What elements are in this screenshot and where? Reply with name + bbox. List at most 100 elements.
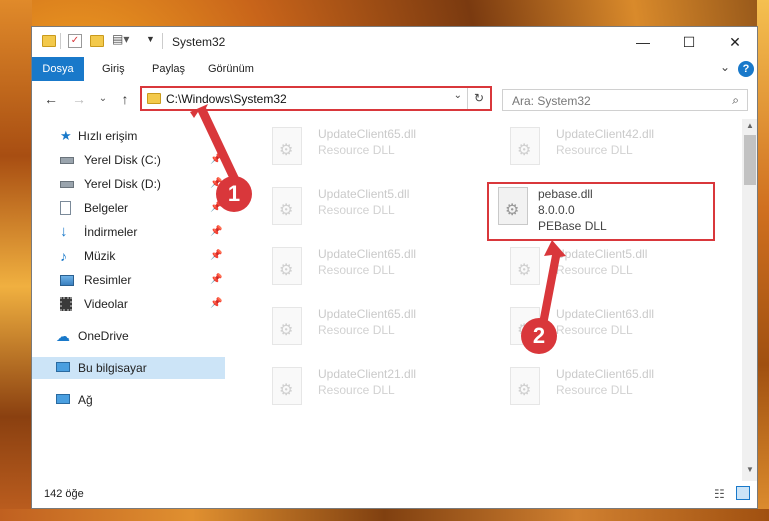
refresh-button[interactable]: ↻ [467, 88, 490, 109]
annotation-badge-2: 2 [521, 318, 557, 354]
sidebar-item-label: OneDrive [78, 329, 129, 343]
close-button[interactable]: ✕ [712, 27, 757, 57]
file-item[interactable]: UpdateClient65.dll Resource DLL [248, 243, 473, 297]
file-name: UpdateClient5.dll [318, 187, 410, 201]
vertical-scrollbar[interactable]: ▲ ▼ [742, 119, 757, 481]
navigation-bar: ← → ⌄ ↑ C:\Windows\System32 ⌄ ↻ Ara: Sys… [32, 81, 757, 117]
tab-share[interactable]: Paylaş [142, 57, 195, 81]
sidebar-item-label: İndirmeler [84, 225, 138, 239]
scroll-up-icon[interactable]: ▲ [742, 121, 757, 135]
network-icon [56, 394, 70, 404]
sidebar-item-documents[interactable]: Belgeler 📌 [32, 197, 225, 219]
dll-file-icon [510, 247, 540, 285]
customize-toolbar-icon[interactable]: ▤▾ [112, 32, 129, 46]
sidebar-item-pictures[interactable]: Resimler 📌 [32, 269, 225, 291]
sidebar-item-drive-c[interactable]: Yerel Disk (C:) 📌 [32, 149, 225, 171]
help-icon[interactable]: ? [738, 61, 754, 77]
computer-icon [56, 362, 70, 372]
file-description: Resource DLL [318, 263, 395, 277]
new-folder-icon[interactable] [90, 35, 104, 47]
file-description: Resource DLL [556, 263, 633, 277]
sidebar-item-network[interactable]: Ağ [32, 389, 225, 411]
dll-file-icon [272, 367, 302, 405]
address-dropdown-icon[interactable]: ⌄ [454, 90, 462, 101]
pin-icon[interactable]: 📌 [210, 149, 222, 171]
sidebar-item-label: Müzik [84, 249, 116, 263]
file-description: Resource DLL [318, 323, 395, 337]
tab-view[interactable]: Görünüm [198, 57, 264, 81]
dll-file-icon [272, 127, 302, 165]
file-item[interactable]: UpdateClient5.dll Resource DLL [248, 183, 473, 237]
file-description: Resource DLL [318, 203, 395, 217]
file-name: UpdateClient63.dll [556, 307, 655, 321]
file-item[interactable]: UpdateClient63.dll Resource DLL [486, 303, 711, 357]
pin-icon[interactable]: 📌 [210, 245, 222, 267]
sidebar-item-drive-d[interactable]: Yerel Disk (D:) 📌 [32, 173, 225, 195]
dll-file-icon [272, 307, 302, 345]
sidebar-item-videos[interactable]: Videolar 📌 [32, 293, 225, 315]
ribbon-collapse-icon[interactable]: ⌄ [720, 60, 730, 74]
file-item[interactable]: UpdateClient21.dll Resource DLL [248, 363, 473, 417]
maximize-button[interactable]: ☐ [666, 27, 712, 57]
up-button[interactable]: ↑ [116, 89, 134, 109]
minimize-button[interactable]: — [620, 27, 666, 57]
properties-icon[interactable]: ✓ [68, 34, 82, 48]
sidebar-item-quick-access[interactable]: ★ Hızlı erişim [32, 125, 225, 147]
details-view-icon[interactable]: ☷ [714, 487, 725, 501]
recent-locations-button[interactable]: ⌄ [94, 89, 112, 109]
dll-file-icon [510, 127, 540, 165]
sidebar-item-downloads[interactable]: ↓ İndirmeler 📌 [32, 221, 225, 243]
pin-icon[interactable]: 📌 [210, 269, 222, 291]
sidebar-item-this-pc[interactable]: Bu bilgisayar [32, 357, 225, 379]
drive-icon [60, 181, 74, 188]
file-name: UpdateClient5.dll [556, 247, 648, 261]
search-icon[interactable]: ⌕ [732, 93, 739, 108]
dll-file-icon [272, 247, 302, 285]
file-item[interactable]: UpdateClient65.dll Resource DLL [248, 303, 473, 357]
annotation-badge-1: 1 [216, 176, 252, 212]
forward-button[interactable]: → [70, 89, 88, 109]
address-bar[interactable]: C:\Windows\System32 ⌄ ↻ [140, 86, 492, 111]
file-name: UpdateClient65.dll [556, 367, 655, 381]
file-item[interactable]: UpdateClient42.dll Resource DLL [486, 123, 711, 177]
file-list: UpdateClient65.dll Resource DLL UpdateCl… [228, 119, 742, 469]
highlight-file-box [487, 182, 715, 241]
search-box[interactable]: Ara: System32 ⌕ [502, 89, 748, 111]
pin-icon[interactable]: 📌 [210, 221, 222, 243]
file-item[interactable]: UpdateClient5.dll Resource DLL [486, 243, 711, 297]
search-input[interactable]: Ara: System32 [512, 94, 591, 108]
videos-icon [60, 297, 72, 311]
window-title: System32 [172, 35, 226, 49]
sidebar-item-label: Belgeler [84, 201, 129, 215]
tab-home[interactable]: Giriş [92, 57, 135, 81]
sidebar-item-onedrive[interactable]: ☁ OneDrive [32, 325, 225, 347]
music-icon: ♪ [60, 248, 67, 264]
folder-icon [42, 35, 56, 47]
cloud-icon: ☁ [56, 328, 70, 344]
item-count: 142 öğe [44, 488, 84, 500]
sidebar-item-label: Hızlı erişim [78, 129, 138, 143]
scroll-down-icon[interactable]: ▼ [742, 465, 757, 479]
sidebar-item-label: Ağ [78, 393, 93, 407]
sidebar-item-music[interactable]: ♪ Müzik 📌 [32, 245, 225, 267]
back-button[interactable]: ← [42, 89, 60, 109]
file-name: UpdateClient42.dll [556, 127, 655, 141]
tiles-view-icon[interactable] [736, 486, 750, 500]
file-description: Resource DLL [318, 383, 395, 397]
pin-icon[interactable]: 📌 [210, 293, 222, 315]
tab-file[interactable]: Dosya [32, 57, 84, 81]
dll-file-icon [272, 187, 302, 225]
divider [162, 33, 163, 49]
file-description: Resource DLL [318, 143, 395, 157]
quick-access-dropdown-icon[interactable]: ▼ [146, 34, 155, 44]
sidebar-item-label: Yerel Disk (D:) [84, 177, 161, 191]
drive-icon [60, 157, 74, 164]
address-path[interactable]: C:\Windows\System32 [166, 92, 287, 106]
file-name: UpdateClient65.dll [318, 307, 417, 321]
file-description: Resource DLL [556, 143, 633, 157]
divider [60, 33, 61, 49]
file-item[interactable]: UpdateClient65.dll Resource DLL [486, 363, 711, 417]
file-item[interactable]: UpdateClient65.dll Resource DLL [248, 123, 473, 177]
scrollbar-thumb[interactable] [744, 135, 756, 185]
sidebar-item-label: Yerel Disk (C:) [84, 153, 161, 167]
